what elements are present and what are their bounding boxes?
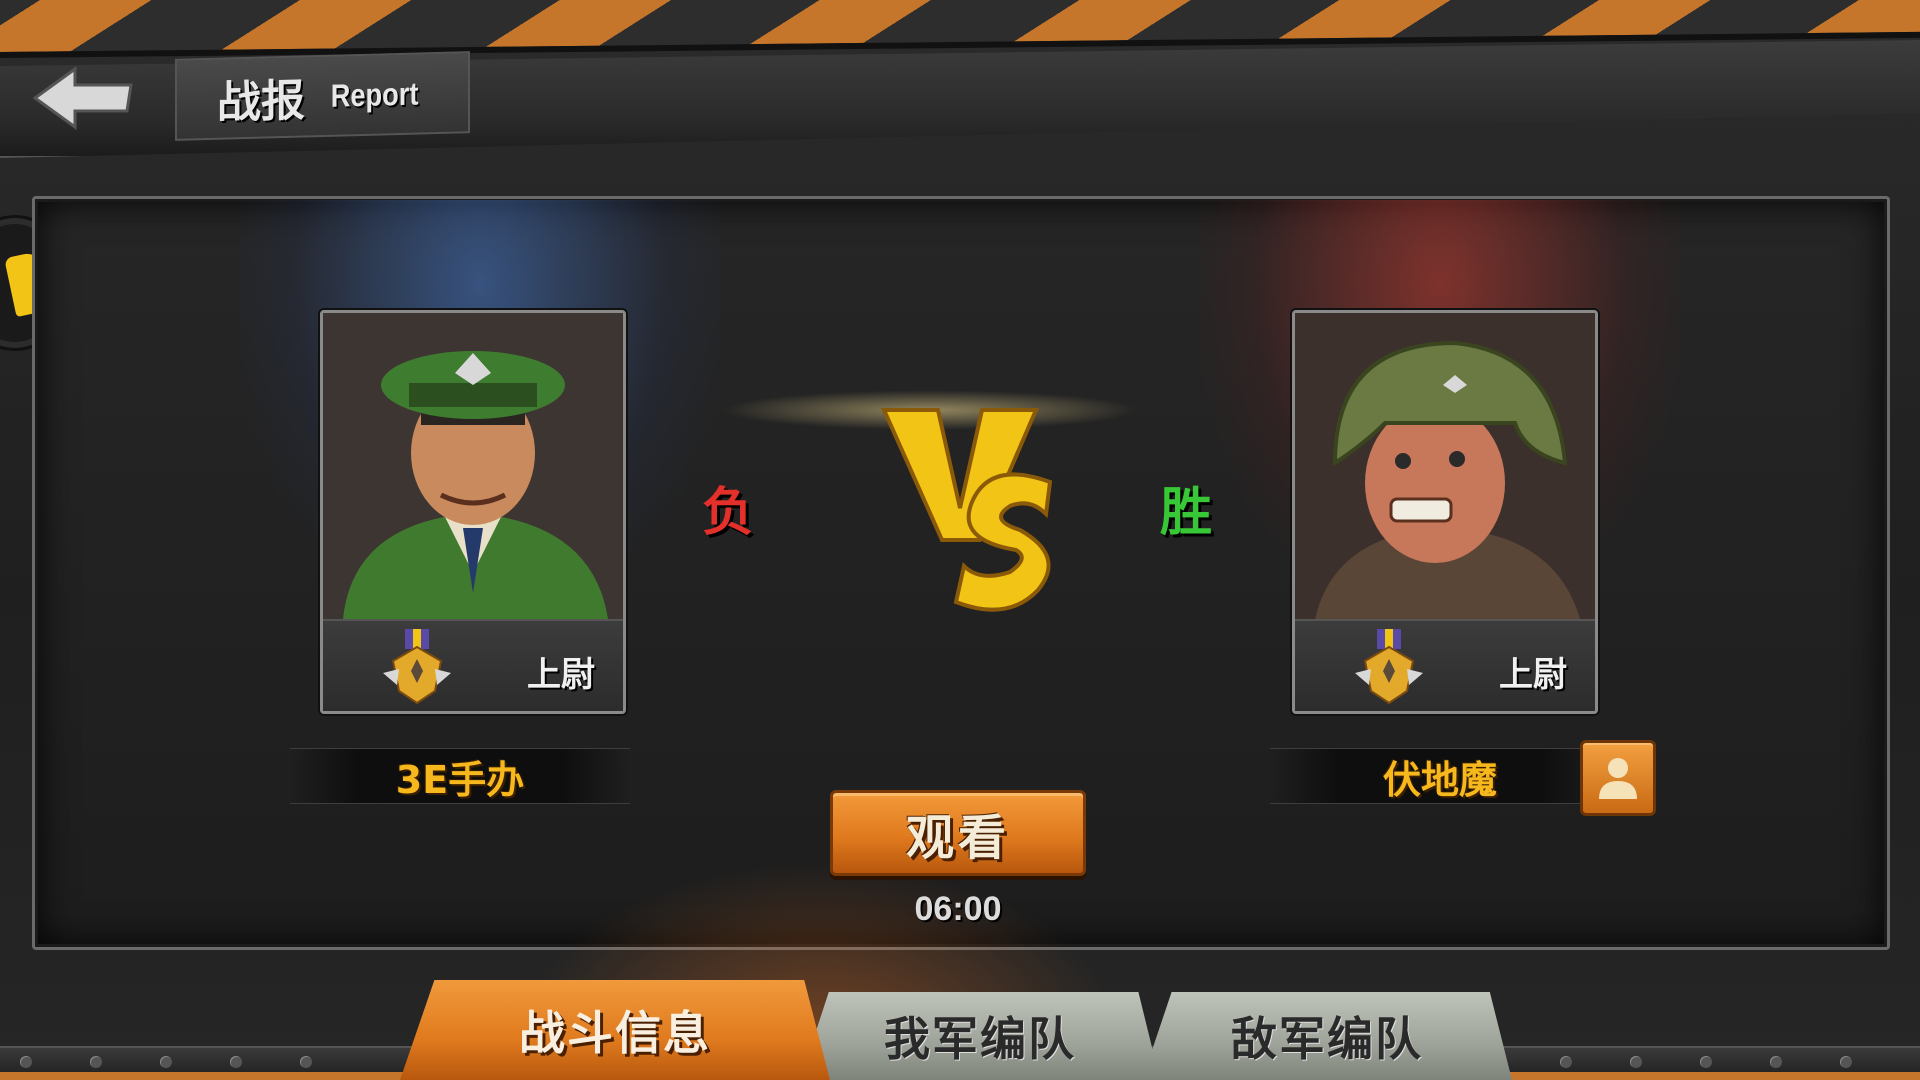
watch-replay-label: 观看 bbox=[905, 810, 1010, 866]
rank-row-left: 上尉 bbox=[323, 619, 623, 711]
view-profile-button[interactable] bbox=[1580, 740, 1656, 816]
person-icon bbox=[1599, 758, 1637, 799]
back-arrow-icon bbox=[32, 66, 133, 130]
vs-emblem bbox=[860, 390, 1060, 620]
captain-medal-icon bbox=[1355, 629, 1423, 705]
rivet bbox=[1630, 1056, 1642, 1068]
tab-our-formation-label: 我军编队 bbox=[884, 1012, 1076, 1066]
player-card-right[interactable]: 上尉 bbox=[1292, 310, 1598, 714]
player-name-right: 伏地魔 bbox=[1382, 757, 1497, 802]
tab-enemy-formation[interactable]: 敌军编队 bbox=[1142, 992, 1512, 1080]
tab-battle-info[interactable]: 战斗信息 bbox=[400, 980, 830, 1080]
rivet bbox=[1770, 1056, 1782, 1068]
watch-replay-button[interactable]: 观看 bbox=[830, 790, 1086, 876]
battle-report-screen: 战报 Report 上尉 3E手办 负 胜 上尉 伏地魔 观看 06:00 我军… bbox=[0, 0, 1920, 1080]
tab-enemy-formation-label: 敌军编队 bbox=[1231, 1012, 1423, 1066]
player-name-band-right: 伏地魔 bbox=[1270, 748, 1610, 804]
rivet bbox=[1840, 1056, 1852, 1068]
battle-duration: 06:00 bbox=[914, 890, 1002, 928]
player-name-band-left: 3E手办 bbox=[290, 748, 630, 804]
rank-label-right: 上尉 bbox=[1499, 655, 1567, 695]
rivet bbox=[1700, 1056, 1712, 1068]
tab-our-formation[interactable]: 我军编队 bbox=[800, 992, 1160, 1080]
rivet bbox=[300, 1056, 312, 1068]
player-name-left: 3E手办 bbox=[395, 757, 525, 802]
page-title-en: Report bbox=[330, 74, 419, 114]
rivet bbox=[160, 1056, 172, 1068]
page-title: 战报 Report bbox=[175, 51, 470, 141]
rank-row-right: 上尉 bbox=[1295, 619, 1595, 711]
commander-portrait-right bbox=[1295, 313, 1595, 619]
result-win-label: 胜 bbox=[1160, 483, 1213, 543]
rank-label-left: 上尉 bbox=[527, 655, 595, 695]
back-button[interactable] bbox=[28, 62, 138, 134]
commander-portrait-left bbox=[323, 313, 623, 619]
captain-medal-icon bbox=[383, 629, 451, 705]
result-lose-label: 负 bbox=[702, 483, 755, 543]
tab-battle-info-label: 战斗信息 bbox=[519, 1006, 711, 1060]
page-title-cn: 战报 bbox=[217, 75, 305, 129]
player-card-left[interactable]: 上尉 bbox=[320, 310, 626, 714]
rivet bbox=[1560, 1056, 1572, 1068]
rivet bbox=[20, 1056, 32, 1068]
rivet bbox=[230, 1056, 242, 1068]
rivet bbox=[90, 1056, 102, 1068]
